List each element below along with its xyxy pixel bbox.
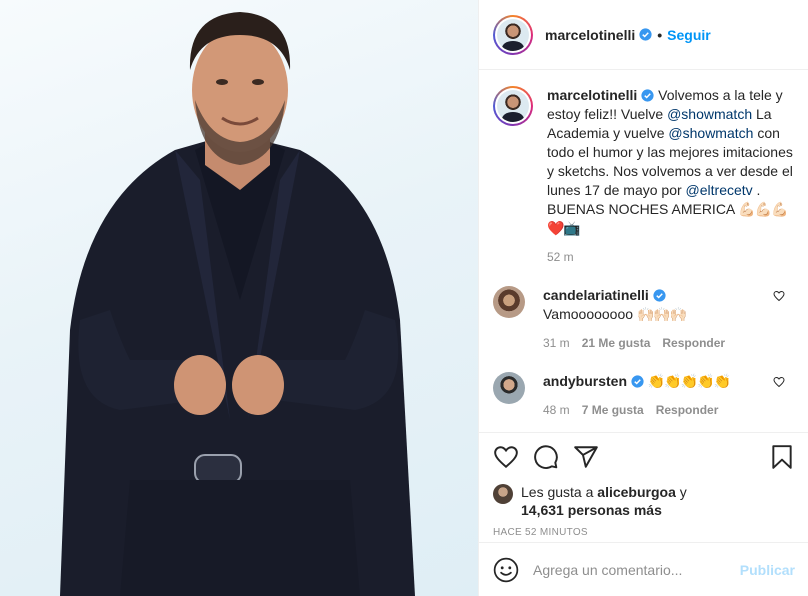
caption-time: 52 m: [547, 250, 574, 264]
heart-icon[interactable]: [773, 376, 785, 388]
comment-likes[interactable]: 21 Me gusta: [582, 336, 651, 350]
likes-and: y: [675, 484, 687, 500]
heart-icon[interactable]: [773, 290, 785, 302]
avatar[interactable]: [493, 14, 533, 55]
verified-icon: [639, 28, 652, 41]
comment-item: andybursten 👏👏👏👏👏 48 m 7 Me gusta Respon…: [493, 372, 794, 417]
caption-row: marcelotinelli Volvemos a la tele y esto…: [493, 86, 794, 264]
post-timestamp[interactable]: HACE 52 MINUTOS: [493, 527, 795, 538]
smile-icon[interactable]: [493, 557, 519, 583]
comment-avatar[interactable]: [493, 372, 525, 404]
separator-dot: •: [657, 26, 663, 43]
comment-icon[interactable]: [533, 444, 559, 470]
comment-item: candelariatinelli Vamoooooooo 🙌🏻🙌🏻🙌🏻 31 …: [493, 286, 794, 350]
bookmark-icon[interactable]: [769, 444, 795, 470]
like-heart-icon[interactable]: [493, 444, 519, 470]
reply-button[interactable]: Responder: [656, 403, 719, 417]
comment-text: Vamoooooooo: [543, 306, 637, 322]
caption-username[interactable]: marcelotinelli: [547, 87, 637, 103]
comment-username[interactable]: andybursten: [543, 373, 627, 389]
publish-button[interactable]: Publicar: [740, 562, 795, 578]
verified-icon: [653, 289, 666, 302]
likes-summary: Les gusta a aliceburgoa y 14,631 persona…: [493, 483, 795, 519]
comment-avatar[interactable]: [493, 286, 525, 318]
comment-username[interactable]: candelariatinelli: [543, 287, 649, 303]
comment-emojis: 👏👏👏👏👏: [647, 373, 731, 389]
caption-text: marcelotinelli Volvemos a la tele y esto…: [547, 86, 797, 238]
liker-avatar[interactable]: [493, 484, 513, 504]
verified-icon: [631, 375, 644, 388]
share-icon[interactable]: [573, 444, 599, 470]
post-side-panel: marcelotinelli • Seguir marcelotinelli V…: [478, 0, 808, 596]
follow-button[interactable]: Seguir: [667, 27, 711, 43]
post-header: marcelotinelli • Seguir: [479, 0, 808, 70]
comment-composer: Publicar: [479, 542, 808, 596]
comment-input[interactable]: [533, 561, 733, 578]
verified-icon: [641, 89, 654, 102]
post-photo[interactable]: [0, 0, 478, 596]
comments-section: marcelotinelli Volvemos a la tele y esto…: [479, 70, 808, 432]
mention-link[interactable]: @showmatch: [667, 106, 752, 122]
likes-prefix: Les gusta a: [521, 484, 598, 500]
likes-count[interactable]: 14,631 personas más: [521, 502, 662, 518]
instagram-post: marcelotinelli • Seguir marcelotinelli V…: [0, 0, 808, 596]
comment-likes[interactable]: 7 Me gusta: [582, 403, 644, 417]
action-bar: Les gusta a aliceburgoa y 14,631 persona…: [479, 432, 808, 538]
man-in-suit-illustration: [60, 12, 415, 596]
comment-time[interactable]: 31 m: [543, 336, 570, 350]
header-username[interactable]: marcelotinelli: [545, 27, 635, 43]
mention-link[interactable]: @showmatch: [668, 125, 753, 141]
reply-button[interactable]: Responder: [662, 336, 725, 350]
caption-avatar[interactable]: [493, 86, 533, 126]
mention-link[interactable]: @eltrecetv: [686, 182, 753, 198]
comment-time[interactable]: 48 m: [543, 403, 570, 417]
comment-emojis: 🙌🏻🙌🏻🙌🏻: [636, 306, 687, 322]
liker-username[interactable]: aliceburgoa: [597, 484, 676, 500]
